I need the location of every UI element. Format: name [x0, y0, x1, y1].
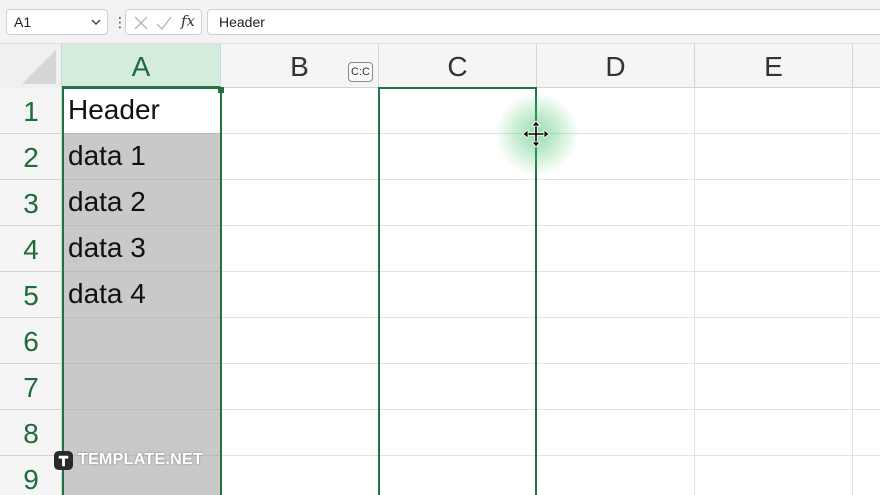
chevron-down-icon[interactable]: [89, 15, 103, 29]
cell-b6[interactable]: [221, 318, 379, 364]
cell-f1[interactable]: [853, 88, 880, 134]
cell-c5[interactable]: [379, 272, 537, 318]
cell-a4[interactable]: data 3: [62, 226, 221, 272]
cell-b4[interactable]: [221, 226, 379, 272]
row-header-8[interactable]: 8: [0, 410, 62, 456]
cell-a1[interactable]: Header: [62, 88, 221, 134]
cell-e2[interactable]: [695, 134, 853, 180]
cell-f4[interactable]: [853, 226, 880, 272]
cell-c4[interactable]: [379, 226, 537, 272]
cell-f2[interactable]: [853, 134, 880, 180]
cell-c1[interactable]: [379, 88, 537, 134]
cell-b9[interactable]: [221, 456, 379, 495]
cell-e7[interactable]: [695, 364, 853, 410]
cell-b1[interactable]: [221, 88, 379, 134]
cell-c3[interactable]: [379, 180, 537, 226]
name-box[interactable]: A1: [6, 9, 108, 35]
column-header-partial[interactable]: [853, 44, 880, 88]
select-all-button[interactable]: [0, 44, 62, 88]
cell-e6[interactable]: [695, 318, 853, 364]
cell-grid: Header data 1 data 2 data 3 data 4: [62, 88, 880, 495]
row-header-2[interactable]: 2: [0, 134, 62, 180]
cell-e1[interactable]: [695, 88, 853, 134]
move-target-badge: C:C: [348, 62, 373, 82]
row-header-1[interactable]: 1: [0, 88, 62, 134]
watermark: TEMPLATE.NET: [54, 449, 203, 471]
cell-b8[interactable]: [221, 410, 379, 456]
cell-e8[interactable]: [695, 410, 853, 456]
cell-b2[interactable]: [221, 134, 379, 180]
cell-d3[interactable]: [537, 180, 695, 226]
cell-e9[interactable]: [695, 456, 853, 495]
cancel-icon[interactable]: [132, 14, 150, 32]
watermark-text: TEMPLATE.NET: [78, 451, 204, 468]
insert-function-button[interactable]: fx: [181, 12, 195, 30]
formula-input[interactable]: Header: [207, 9, 880, 35]
cell-f9[interactable]: [853, 456, 880, 495]
column-header-c[interactable]: C: [379, 44, 537, 88]
row-header-4[interactable]: 4: [0, 226, 62, 272]
cell-d2[interactable]: [537, 134, 695, 180]
cell-b5[interactable]: [221, 272, 379, 318]
cell-e3[interactable]: [695, 180, 853, 226]
row-header-9[interactable]: 9: [0, 456, 62, 495]
cell-b7[interactable]: [221, 364, 379, 410]
column-header-e[interactable]: E: [695, 44, 853, 88]
cell-d1[interactable]: [537, 88, 695, 134]
row-header-6[interactable]: 6: [0, 318, 62, 364]
name-box-value: A1: [14, 14, 32, 30]
row-header-5[interactable]: 5: [0, 272, 62, 318]
row-header-3[interactable]: 3: [0, 180, 62, 226]
column-header-d[interactable]: D: [537, 44, 695, 88]
column-header-bar: A B C D E: [0, 44, 880, 88]
cell-c9[interactable]: [379, 456, 537, 495]
cell-f6[interactable]: [853, 318, 880, 364]
cell-d9[interactable]: [537, 456, 695, 495]
cell-d8[interactable]: [537, 410, 695, 456]
cell-d6[interactable]: [537, 318, 695, 364]
cell-e5[interactable]: [695, 272, 853, 318]
cell-f5[interactable]: [853, 272, 880, 318]
column-header-a[interactable]: A: [62, 44, 221, 88]
cell-c6[interactable]: [379, 318, 537, 364]
cell-b3[interactable]: [221, 180, 379, 226]
cell-f8[interactable]: [853, 410, 880, 456]
cell-a7[interactable]: [62, 364, 221, 410]
cell-d5[interactable]: [537, 272, 695, 318]
row-header-bar: 1 2 3 4 5 6 7 8 9: [0, 88, 62, 495]
template-logo-icon: [54, 450, 73, 470]
select-all-triangle-icon: [22, 50, 56, 84]
cell-a3[interactable]: data 2: [62, 180, 221, 226]
check-icon[interactable]: [155, 14, 173, 32]
more-options-icon[interactable]: ⋮: [113, 12, 127, 32]
cell-c7[interactable]: [379, 364, 537, 410]
cell-a5[interactable]: data 4: [62, 272, 221, 318]
cell-e4[interactable]: [695, 226, 853, 272]
cell-c8[interactable]: [379, 410, 537, 456]
cell-d4[interactable]: [537, 226, 695, 272]
cell-f3[interactable]: [853, 180, 880, 226]
row-header-7[interactable]: 7: [0, 364, 62, 410]
cell-d7[interactable]: [537, 364, 695, 410]
cell-f7[interactable]: [853, 364, 880, 410]
formula-bar: A1 ⋮ fx Header: [0, 0, 880, 44]
cell-a6[interactable]: [62, 318, 221, 364]
formula-controls: fx: [125, 9, 202, 35]
cell-a2[interactable]: data 1: [62, 134, 221, 180]
cell-c2[interactable]: [379, 134, 537, 180]
